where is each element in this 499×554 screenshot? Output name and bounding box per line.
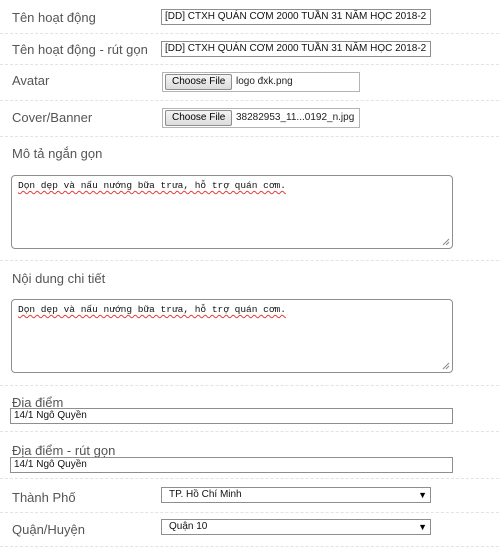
city-selected-value: TP. Hồ Chí Minh <box>169 489 242 500</box>
row-short-desc: Mô tả ngắn gọn Dọn dẹp và nấu nướng bữa … <box>0 137 499 261</box>
cover-filename: 38282953_11...0192_n.jpg <box>236 112 355 123</box>
cover-label: Cover/Banner <box>12 110 93 125</box>
cover-choose-file-button[interactable]: Choose File <box>165 110 233 126</box>
avatar-filename: logo đxk.png <box>236 76 293 87</box>
row-avatar: Avatar Choose File logo đxk.png <box>0 65 499 101</box>
short-desc-textarea[interactable]: Dọn dẹp và nấu nướng bữa trưa, hỗ trợ qu… <box>11 175 453 249</box>
activity-name-input[interactable]: [DD] CTXH QUÁN CƠM 2000 TUẦN 31 NĂM HỌC … <box>161 9 431 25</box>
location-input[interactable]: 14/1 Ngô Quyền <box>10 408 453 424</box>
location-short-input[interactable]: 14/1 Ngô Quyền <box>10 457 453 473</box>
row-cover: Cover/Banner Choose File 38282953_11...0… <box>0 101 499 137</box>
row-district: Quận/Huyện Quận 10 ▼ <box>0 513 499 547</box>
district-label: Quận/Huyện <box>12 522 85 537</box>
row-detail: Nội dung chi tiết Dọn dẹp và nấu nướng b… <box>0 261 499 386</box>
row-location-short: Địa điểm - rút gọn 14/1 Ngô Quyền <box>0 432 499 479</box>
activity-short-input[interactable]: [DD] CTXH QUÁN CƠM 2000 TUẦN 31 NĂM HỌC … <box>161 41 431 57</box>
short-desc-text: Dọn dẹp và nấu nướng bữa trưa, hỗ trợ qu… <box>18 180 286 191</box>
activity-short-label: Tên hoạt động - rút gọn <box>12 42 148 57</box>
district-selected-value: Quận 10 <box>169 521 208 532</box>
detail-textarea[interactable]: Dọn dẹp và nấu nướng bữa trưa, hỗ trợ qu… <box>11 299 453 373</box>
resize-grip-icon[interactable] <box>442 238 450 246</box>
row-activity-short: Tên hoạt động - rút gọn [DD] CTXH QUÁN C… <box>0 34 499 65</box>
city-label: Thành Phố <box>12 490 76 505</box>
activity-name-label: Tên hoạt động <box>12 10 96 25</box>
resize-grip-icon[interactable] <box>442 362 450 370</box>
avatar-file-input[interactable]: Choose File logo đxk.png <box>162 72 360 92</box>
detail-label: Nội dung chi tiết <box>12 271 106 286</box>
short-desc-label: Mô tả ngắn gọn <box>12 146 103 161</box>
row-location: Địa điểm 14/1 Ngô Quyền <box>0 386 499 432</box>
district-select[interactable]: Quận 10 ▼ <box>161 519 431 535</box>
chevron-down-icon: ▼ <box>418 522 427 532</box>
avatar-label: Avatar <box>12 73 50 88</box>
avatar-choose-file-button[interactable]: Choose File <box>165 74 233 90</box>
cover-file-input[interactable]: Choose File 38282953_11...0192_n.jpg <box>162 108 360 128</box>
row-activity-name: Tên hoạt động [DD] CTXH QUÁN CƠM 2000 TU… <box>0 0 499 34</box>
row-city: Thành Phố TP. Hồ Chí Minh ▼ <box>0 479 499 513</box>
city-select[interactable]: TP. Hồ Chí Minh ▼ <box>161 487 431 503</box>
chevron-down-icon: ▼ <box>418 490 427 500</box>
location-short-label: Địa điểm - rút gọn <box>12 443 116 458</box>
detail-text: Dọn dẹp và nấu nướng bữa trưa, hỗ trợ qu… <box>18 304 286 315</box>
